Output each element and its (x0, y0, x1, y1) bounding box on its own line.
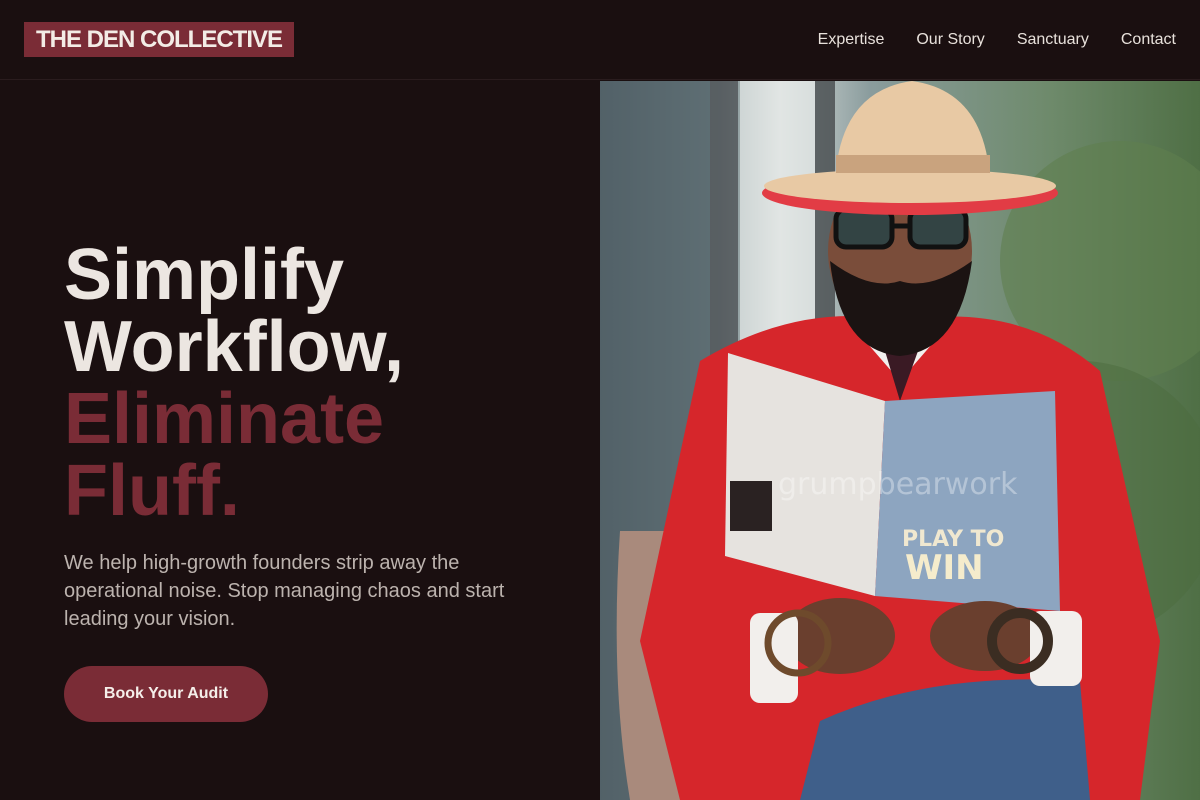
hero-subtext: We help high-growth founders strip away … (64, 552, 505, 630)
image-watermark: grumpbearwork (778, 467, 1018, 502)
hero-text-panel: Simplify Workflow, Eliminate Fluff. We h… (0, 81, 600, 800)
nav-link-contact[interactable]: Contact (1121, 31, 1176, 49)
brand-logo[interactable]: THE DEN COLLECTIVE (24, 22, 295, 57)
headline-accent-line-2: Fluff. (64, 451, 240, 531)
book-title-line-2: WIN (905, 548, 984, 588)
book-audit-button[interactable]: Book Your Audit (64, 666, 268, 722)
hero-photo: PLAY TO WIN grumpbearwork (600, 81, 1200, 800)
hero-photo-illustration: PLAY TO WIN (600, 81, 1200, 800)
nav-link-sanctuary[interactable]: Sanctuary (1017, 31, 1089, 49)
headline-line-1: Simplify (64, 235, 345, 315)
main-nav: Expertise Our Story Sanctuary Contact (818, 31, 1176, 49)
nav-link-our-story[interactable]: Our Story (916, 31, 984, 49)
site-header: THE DEN COLLECTIVE Expertise Our Story S… (0, 0, 1200, 80)
hero-headline: Simplify Workflow, Eliminate Fluff. (64, 239, 564, 527)
headline-accent-line-1: Eliminate (64, 379, 385, 459)
headline-line-2: Workflow, (64, 307, 404, 387)
nav-link-expertise[interactable]: Expertise (818, 31, 885, 49)
